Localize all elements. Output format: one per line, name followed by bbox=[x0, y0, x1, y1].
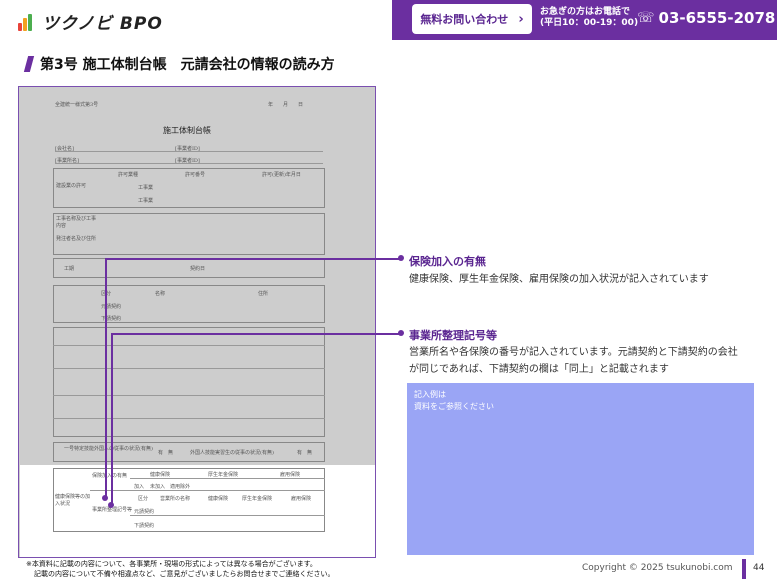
form-employment-ins: 雇用保険 bbox=[280, 472, 301, 478]
form-construction-name: 工事名称及び工事内容 bbox=[56, 216, 97, 229]
form-rule bbox=[53, 418, 325, 419]
copyright: Copyright © 2025 tsukunobi.com bbox=[582, 563, 733, 573]
form-yes-no: 有 無 bbox=[158, 450, 174, 456]
form-title: 施工体制台帳 bbox=[163, 126, 211, 135]
phone-link[interactable]: ☏ 03-6555-2078 bbox=[637, 9, 775, 27]
form-client-label: 発注者名及び住所 bbox=[56, 236, 97, 242]
sample-line1: 記入例は bbox=[414, 390, 446, 399]
annotation-body-office-number: 営業所名や各保険の番号が記入されています。元請契約と下請契約の会社が同じであれば… bbox=[409, 347, 738, 375]
form-address-label: 住所 bbox=[258, 291, 269, 297]
form-rule bbox=[90, 490, 325, 491]
connector-line-1 bbox=[105, 258, 107, 498]
form-rule bbox=[53, 395, 325, 396]
form-contract-box bbox=[53, 285, 325, 323]
annotation-title-insurance: 保険加入の有無 bbox=[409, 255, 486, 268]
phone-number: 03-6555-2078 bbox=[658, 9, 776, 27]
connector-line-2-h bbox=[111, 333, 401, 335]
form-period-box bbox=[53, 258, 325, 278]
urgent-call-note: お急ぎの方はお電話で (平日10：00-19：00) bbox=[540, 7, 638, 29]
form-rule bbox=[53, 368, 325, 369]
form-construction-label-2: 工事業 bbox=[138, 198, 154, 204]
annotation-title-office-number: 事業所整理記号等 bbox=[409, 329, 497, 342]
form-rule bbox=[55, 163, 323, 164]
logo[interactable]: ツクノビ BPO bbox=[18, 9, 163, 34]
form-health-ins: 健康保険 bbox=[150, 472, 171, 478]
urgent-line2: (平日10：00-19：00) bbox=[540, 18, 639, 28]
page-number-accent bbox=[742, 559, 746, 579]
page-title: 第3号 施工体制台帳 元請会社の情報の読み方 bbox=[40, 57, 335, 73]
form-contract-prime: 元請契約 bbox=[101, 304, 122, 310]
form-office-number: 事業所整理記号等 bbox=[92, 507, 133, 513]
connector-dot bbox=[108, 502, 114, 508]
sample-line2: 資料をご参照ください bbox=[414, 402, 494, 411]
form-exempt: 適用除外 bbox=[170, 484, 191, 490]
footnote-line2: 記載の内容について不備や相違点など、ご意見がございましたらお問合せまでご連絡くだ… bbox=[34, 570, 335, 578]
connector-dot bbox=[398, 255, 404, 261]
form-rule bbox=[130, 515, 325, 516]
form-name-label: 名称 bbox=[155, 291, 166, 297]
logo-text: ツクノビ BPO bbox=[42, 13, 163, 34]
footnote-line1: ※本資料に記載の内容について、各事業所・現場の形式によっては異なる場合がございま… bbox=[26, 560, 317, 568]
form-date: 年 月 日 bbox=[268, 102, 304, 108]
form-rule bbox=[130, 478, 325, 479]
annotation-body-insurance: 健康保険、厚生年金保険、雇用保険の加入状況が記入されています bbox=[409, 274, 709, 285]
form-contract-sub-2: 下請契約 bbox=[134, 523, 155, 529]
form-foreign-label: 外国人技能実習生の従事の状況(有無) bbox=[190, 450, 274, 456]
form-pension-ins: 厚生年金保険 bbox=[208, 472, 239, 478]
form-license-label: 建設業の許可 bbox=[56, 183, 87, 189]
connector-line-1-h bbox=[105, 258, 401, 260]
connector-dot bbox=[398, 330, 404, 336]
form-construction-label: 工事業 bbox=[138, 185, 154, 191]
form-health-ins-2: 健康保険 bbox=[208, 496, 229, 502]
form-managers-box bbox=[53, 327, 325, 437]
form-contract-date: 契約日 bbox=[190, 266, 206, 272]
form-pension-ins-2: 厚生年金保険 bbox=[242, 496, 273, 502]
connector-line-2 bbox=[111, 333, 113, 505]
page-number: 44 bbox=[753, 563, 765, 573]
form-permit-type: 許可業種 bbox=[118, 172, 139, 178]
form-rule bbox=[55, 151, 323, 152]
form-joined: 加入 bbox=[134, 484, 145, 490]
form-insurance-label: 健康保険等の加入状況 bbox=[55, 494, 91, 507]
chevron-right-icon: › bbox=[518, 11, 524, 27]
footnote: ※本資料に記載の内容について、各事業所・現場の形式によっては異なる場合がございま… bbox=[26, 559, 334, 579]
phone-icon: ☏ bbox=[637, 10, 655, 26]
form-employment-ins-2: 雇用保険 bbox=[291, 496, 312, 502]
form-contract-sub: 下請契約 bbox=[101, 316, 122, 322]
contact-button-label: 無料お問い合わせ bbox=[420, 13, 509, 26]
contact-button[interactable]: 無料お問い合わせ › bbox=[412, 4, 532, 34]
connector-dot bbox=[102, 495, 108, 501]
form-section-label-2: 区分 bbox=[138, 496, 149, 502]
form-contract-prime-2: 元請契約 bbox=[134, 509, 155, 515]
urgent-line1: お急ぎの方はお電話で bbox=[540, 7, 631, 17]
form-yes-no-2: 有 無 bbox=[297, 450, 313, 456]
form-top-left: 全建統一様式第3号 bbox=[55, 102, 99, 108]
form-not-joined: 未加入 bbox=[150, 484, 166, 490]
form-period-label: 工期 bbox=[64, 266, 75, 272]
form-office-name-col: 営業所の名称 bbox=[160, 496, 191, 502]
sample-text: 記入例は 資料をご参照ください bbox=[414, 389, 494, 413]
title-accent-bar bbox=[23, 56, 35, 72]
form-permit-date: 許可(更新)年月日 bbox=[262, 172, 301, 178]
form-permit-number: 許可番号 bbox=[185, 172, 206, 178]
logo-bars-icon bbox=[18, 11, 38, 31]
form-rule bbox=[53, 345, 325, 346]
